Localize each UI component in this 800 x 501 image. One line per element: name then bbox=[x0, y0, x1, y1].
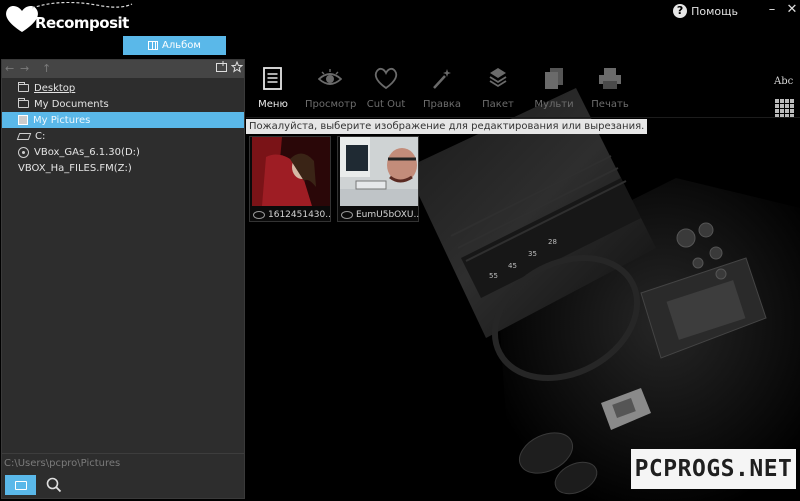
tree-item-my-documents[interactable]: My Documents bbox=[2, 96, 244, 112]
album-icon bbox=[148, 41, 159, 50]
new-folder-icon[interactable] bbox=[214, 61, 229, 76]
menu-icon bbox=[263, 67, 282, 90]
help-icon: ? bbox=[673, 4, 688, 18]
tree-item-drive-c[interactable]: C: bbox=[2, 128, 244, 144]
app-name: Recomposit bbox=[35, 14, 129, 32]
svg-text:45: 45 bbox=[508, 262, 517, 270]
tree-item-label: My Pictures bbox=[33, 114, 91, 126]
grid-view-icon[interactable] bbox=[775, 99, 794, 118]
watermark-badge: PCPROGS.NET bbox=[631, 449, 796, 489]
tool-batch[interactable]: Пакет bbox=[473, 66, 523, 114]
back-arrow-icon[interactable]: ← bbox=[5, 62, 14, 76]
thumbnail-image bbox=[252, 137, 330, 206]
tool-label: Печать bbox=[591, 99, 629, 110]
folder-tree: Desktop My Documents My Pictures C: VBox… bbox=[2, 80, 244, 176]
thumbnail-item[interactable]: 1612451430... bbox=[249, 136, 331, 222]
tree-item-drive-z[interactable]: VBOX_Ha_FILES.FM(Z:) bbox=[2, 160, 244, 176]
thumbnail-filename: EumU5bOXU... bbox=[356, 210, 419, 220]
tree-item-label: My Documents bbox=[34, 98, 109, 110]
folder-icon bbox=[18, 98, 29, 108]
tool-label: Меню bbox=[258, 99, 288, 110]
multi-icon bbox=[545, 68, 563, 89]
up-arrow-icon[interactable]: ↑ bbox=[42, 62, 51, 76]
jpg-badge-icon bbox=[341, 211, 353, 219]
cd-icon bbox=[18, 146, 29, 158]
help-button[interactable]: ? Помощь bbox=[673, 3, 738, 19]
folder-icon bbox=[14, 480, 27, 490]
folder-panel: ← → ↑ Desktop My Documents My Pictures C… bbox=[1, 59, 245, 499]
printer-icon bbox=[599, 68, 621, 89]
tool-label: Правка bbox=[422, 99, 462, 110]
tree-item-drive-d[interactable]: VBox_GAs_6.1.30(D:) bbox=[2, 144, 244, 160]
search-icon bbox=[46, 477, 62, 493]
toolbar-divider bbox=[246, 117, 800, 118]
main-toolbar: Меню Просмотр Cut Out Правка Пакет Мульт… bbox=[246, 66, 800, 118]
nav-toolbar: ← → ↑ bbox=[2, 60, 244, 78]
wand-icon bbox=[433, 69, 451, 89]
tree-item-desktop[interactable]: Desktop bbox=[2, 80, 244, 96]
tool-label: Cut Out bbox=[366, 99, 406, 110]
tool-edit[interactable]: Правка bbox=[417, 66, 467, 114]
close-button[interactable]: ✕ bbox=[784, 2, 800, 18]
hint-tooltip: Пожалуйста, выберите изображение для ред… bbox=[246, 119, 648, 134]
heart-cut-icon bbox=[374, 67, 398, 90]
svg-text:55: 55 bbox=[489, 272, 498, 280]
tree-item-label: C: bbox=[35, 130, 46, 142]
current-path: C:\Users\pcpro\Pictures bbox=[2, 453, 244, 471]
tree-item-my-pictures[interactable]: My Pictures bbox=[2, 112, 244, 128]
jpg-badge-icon bbox=[253, 211, 265, 219]
tool-print[interactable]: Печать bbox=[585, 66, 635, 114]
forward-arrow-icon[interactable]: → bbox=[20, 62, 29, 76]
batch-icon bbox=[489, 68, 507, 88]
text-tool-button[interactable]: Abc bbox=[774, 76, 793, 87]
tool-label: Пакет bbox=[482, 99, 514, 110]
favorite-star-icon[interactable] bbox=[229, 60, 244, 76]
search-button[interactable] bbox=[45, 476, 63, 494]
title-bar: Recomposit ? Помощь – ✕ Альбом bbox=[0, 0, 800, 56]
minimize-button[interactable]: – bbox=[764, 2, 780, 18]
thumbnail-filename: 1612451430... bbox=[268, 210, 331, 220]
panel-bottom-bar bbox=[2, 472, 244, 498]
eye-icon bbox=[318, 69, 342, 85]
thumbnail-caption: EumU5bOXU... bbox=[341, 209, 419, 221]
thumbnail-image bbox=[340, 137, 418, 206]
drive-icon bbox=[16, 132, 32, 140]
tool-label: Мульти bbox=[534, 99, 574, 110]
tab-album[interactable]: Альбом bbox=[123, 36, 226, 55]
app-logo: Recomposit bbox=[2, 1, 142, 36]
tool-multi[interactable]: Мульти bbox=[529, 66, 579, 114]
thumbnail-caption: 1612451430... bbox=[253, 209, 331, 221]
tool-view[interactable]: Просмотр bbox=[305, 66, 357, 114]
browse-folder-button[interactable] bbox=[5, 475, 36, 495]
thumbnail-item[interactable]: EumU5bOXU... bbox=[337, 136, 419, 222]
tree-item-label: VBOX_Ha_FILES.FM(Z:) bbox=[18, 162, 132, 174]
help-label: Помощь bbox=[691, 4, 738, 18]
tab-album-label: Альбом bbox=[162, 40, 201, 51]
svg-text:28: 28 bbox=[548, 238, 557, 246]
tool-label: Просмотр bbox=[305, 99, 357, 110]
pictures-icon bbox=[18, 115, 28, 125]
main-area: 55 45 35 28 Меню Просмотр Cut Out Правка… bbox=[246, 58, 800, 501]
tool-cut-out[interactable]: Cut Out bbox=[361, 66, 411, 114]
folder-icon bbox=[18, 82, 29, 92]
tree-item-label: VBox_GAs_6.1.30(D:) bbox=[34, 146, 140, 158]
svg-text:35: 35 bbox=[528, 250, 537, 258]
tool-menu[interactable]: Меню bbox=[248, 66, 298, 114]
tree-item-label: Desktop bbox=[34, 82, 76, 94]
